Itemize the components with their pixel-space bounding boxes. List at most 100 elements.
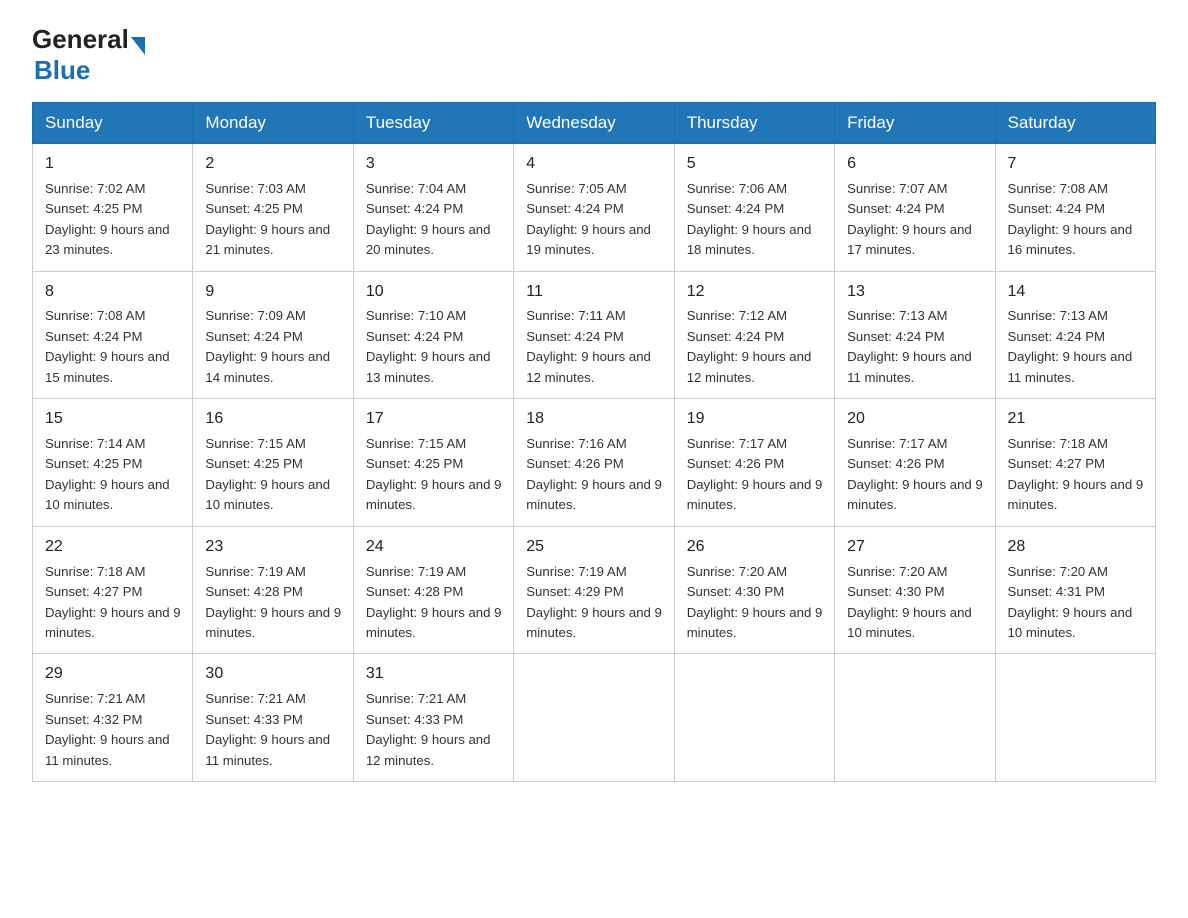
day-number: 29 <box>45 662 182 687</box>
day-info: Sunrise: 7:21 AMSunset: 4:33 PMDaylight:… <box>205 689 342 771</box>
calendar-week-row: 8Sunrise: 7:08 AMSunset: 4:24 PMDaylight… <box>33 271 1156 399</box>
calendar-day-cell: 16Sunrise: 7:15 AMSunset: 4:25 PMDayligh… <box>193 399 353 527</box>
day-info: Sunrise: 7:19 AMSunset: 4:28 PMDaylight:… <box>205 562 342 644</box>
calendar-day-cell: 18Sunrise: 7:16 AMSunset: 4:26 PMDayligh… <box>514 399 674 527</box>
day-info: Sunrise: 7:20 AMSunset: 4:31 PMDaylight:… <box>1008 562 1145 644</box>
calendar-week-row: 15Sunrise: 7:14 AMSunset: 4:25 PMDayligh… <box>33 399 1156 527</box>
calendar-day-cell: 25Sunrise: 7:19 AMSunset: 4:29 PMDayligh… <box>514 526 674 654</box>
calendar-day-cell: 8Sunrise: 7:08 AMSunset: 4:24 PMDaylight… <box>33 271 193 399</box>
calendar-day-cell <box>835 654 995 782</box>
calendar-day-cell: 15Sunrise: 7:14 AMSunset: 4:25 PMDayligh… <box>33 399 193 527</box>
calendar-day-cell: 19Sunrise: 7:17 AMSunset: 4:26 PMDayligh… <box>674 399 834 527</box>
day-number: 9 <box>205 280 342 305</box>
calendar-day-cell: 10Sunrise: 7:10 AMSunset: 4:24 PMDayligh… <box>353 271 513 399</box>
weekday-header-friday: Friday <box>835 103 995 144</box>
day-number: 7 <box>1008 152 1145 177</box>
calendar-day-cell: 31Sunrise: 7:21 AMSunset: 4:33 PMDayligh… <box>353 654 513 782</box>
day-info: Sunrise: 7:18 AMSunset: 4:27 PMDaylight:… <box>1008 434 1145 516</box>
day-info: Sunrise: 7:13 AMSunset: 4:24 PMDaylight:… <box>1008 306 1145 388</box>
calendar-table: SundayMondayTuesdayWednesdayThursdayFrid… <box>32 102 1156 782</box>
day-info: Sunrise: 7:05 AMSunset: 4:24 PMDaylight:… <box>526 179 663 261</box>
calendar-day-cell: 7Sunrise: 7:08 AMSunset: 4:24 PMDaylight… <box>995 144 1155 272</box>
day-info: Sunrise: 7:21 AMSunset: 4:32 PMDaylight:… <box>45 689 182 771</box>
day-info: Sunrise: 7:20 AMSunset: 4:30 PMDaylight:… <box>847 562 984 644</box>
day-info: Sunrise: 7:15 AMSunset: 4:25 PMDaylight:… <box>205 434 342 516</box>
day-number: 24 <box>366 535 503 560</box>
day-number: 18 <box>526 407 663 432</box>
day-info: Sunrise: 7:06 AMSunset: 4:24 PMDaylight:… <box>687 179 824 261</box>
day-number: 15 <box>45 407 182 432</box>
calendar-day-cell: 26Sunrise: 7:20 AMSunset: 4:30 PMDayligh… <box>674 526 834 654</box>
calendar-day-cell: 13Sunrise: 7:13 AMSunset: 4:24 PMDayligh… <box>835 271 995 399</box>
day-info: Sunrise: 7:19 AMSunset: 4:29 PMDaylight:… <box>526 562 663 644</box>
weekday-header-monday: Monday <box>193 103 353 144</box>
calendar-day-cell: 12Sunrise: 7:12 AMSunset: 4:24 PMDayligh… <box>674 271 834 399</box>
calendar-day-cell: 27Sunrise: 7:20 AMSunset: 4:30 PMDayligh… <box>835 526 995 654</box>
day-info: Sunrise: 7:15 AMSunset: 4:25 PMDaylight:… <box>366 434 503 516</box>
day-number: 3 <box>366 152 503 177</box>
day-info: Sunrise: 7:21 AMSunset: 4:33 PMDaylight:… <box>366 689 503 771</box>
calendar-day-cell <box>514 654 674 782</box>
calendar-day-cell <box>995 654 1155 782</box>
day-number: 2 <box>205 152 342 177</box>
day-number: 16 <box>205 407 342 432</box>
logo: General Blue <box>32 24 145 86</box>
calendar-day-cell: 1Sunrise: 7:02 AMSunset: 4:25 PMDaylight… <box>33 144 193 272</box>
day-info: Sunrise: 7:17 AMSunset: 4:26 PMDaylight:… <box>687 434 824 516</box>
day-info: Sunrise: 7:11 AMSunset: 4:24 PMDaylight:… <box>526 306 663 388</box>
calendar-day-cell: 11Sunrise: 7:11 AMSunset: 4:24 PMDayligh… <box>514 271 674 399</box>
weekday-header-wednesday: Wednesday <box>514 103 674 144</box>
day-info: Sunrise: 7:09 AMSunset: 4:24 PMDaylight:… <box>205 306 342 388</box>
day-info: Sunrise: 7:17 AMSunset: 4:26 PMDaylight:… <box>847 434 984 516</box>
day-number: 17 <box>366 407 503 432</box>
day-number: 6 <box>847 152 984 177</box>
calendar-day-cell: 24Sunrise: 7:19 AMSunset: 4:28 PMDayligh… <box>353 526 513 654</box>
day-number: 10 <box>366 280 503 305</box>
day-info: Sunrise: 7:07 AMSunset: 4:24 PMDaylight:… <box>847 179 984 261</box>
day-number: 8 <box>45 280 182 305</box>
day-info: Sunrise: 7:04 AMSunset: 4:24 PMDaylight:… <box>366 179 503 261</box>
page-header: General Blue <box>32 24 1156 86</box>
day-number: 14 <box>1008 280 1145 305</box>
weekday-header-thursday: Thursday <box>674 103 834 144</box>
calendar-day-cell: 20Sunrise: 7:17 AMSunset: 4:26 PMDayligh… <box>835 399 995 527</box>
day-number: 19 <box>687 407 824 432</box>
day-info: Sunrise: 7:03 AMSunset: 4:25 PMDaylight:… <box>205 179 342 261</box>
day-info: Sunrise: 7:02 AMSunset: 4:25 PMDaylight:… <box>45 179 182 261</box>
calendar-day-cell: 29Sunrise: 7:21 AMSunset: 4:32 PMDayligh… <box>33 654 193 782</box>
day-info: Sunrise: 7:18 AMSunset: 4:27 PMDaylight:… <box>45 562 182 644</box>
weekday-header-tuesday: Tuesday <box>353 103 513 144</box>
day-number: 20 <box>847 407 984 432</box>
day-number: 26 <box>687 535 824 560</box>
day-info: Sunrise: 7:10 AMSunset: 4:24 PMDaylight:… <box>366 306 503 388</box>
weekday-header-sunday: Sunday <box>33 103 193 144</box>
day-number: 5 <box>687 152 824 177</box>
calendar-day-cell: 9Sunrise: 7:09 AMSunset: 4:24 PMDaylight… <box>193 271 353 399</box>
day-number: 25 <box>526 535 663 560</box>
calendar-day-cell: 22Sunrise: 7:18 AMSunset: 4:27 PMDayligh… <box>33 526 193 654</box>
calendar-week-row: 29Sunrise: 7:21 AMSunset: 4:32 PMDayligh… <box>33 654 1156 782</box>
calendar-day-cell: 23Sunrise: 7:19 AMSunset: 4:28 PMDayligh… <box>193 526 353 654</box>
day-number: 11 <box>526 280 663 305</box>
calendar-week-row: 1Sunrise: 7:02 AMSunset: 4:25 PMDaylight… <box>33 144 1156 272</box>
calendar-day-cell: 14Sunrise: 7:13 AMSunset: 4:24 PMDayligh… <box>995 271 1155 399</box>
day-info: Sunrise: 7:12 AMSunset: 4:24 PMDaylight:… <box>687 306 824 388</box>
calendar-day-cell: 28Sunrise: 7:20 AMSunset: 4:31 PMDayligh… <box>995 526 1155 654</box>
logo-general-text: General <box>32 24 129 55</box>
day-info: Sunrise: 7:08 AMSunset: 4:24 PMDaylight:… <box>45 306 182 388</box>
day-number: 27 <box>847 535 984 560</box>
day-number: 12 <box>687 280 824 305</box>
day-number: 13 <box>847 280 984 305</box>
weekday-header-saturday: Saturday <box>995 103 1155 144</box>
weekday-header-row: SundayMondayTuesdayWednesdayThursdayFrid… <box>33 103 1156 144</box>
calendar-day-cell: 21Sunrise: 7:18 AMSunset: 4:27 PMDayligh… <box>995 399 1155 527</box>
calendar-day-cell: 30Sunrise: 7:21 AMSunset: 4:33 PMDayligh… <box>193 654 353 782</box>
calendar-day-cell: 17Sunrise: 7:15 AMSunset: 4:25 PMDayligh… <box>353 399 513 527</box>
logo-arrow-icon <box>131 37 145 55</box>
day-number: 22 <box>45 535 182 560</box>
day-number: 4 <box>526 152 663 177</box>
day-info: Sunrise: 7:08 AMSunset: 4:24 PMDaylight:… <box>1008 179 1145 261</box>
day-info: Sunrise: 7:13 AMSunset: 4:24 PMDaylight:… <box>847 306 984 388</box>
day-number: 23 <box>205 535 342 560</box>
day-info: Sunrise: 7:14 AMSunset: 4:25 PMDaylight:… <box>45 434 182 516</box>
